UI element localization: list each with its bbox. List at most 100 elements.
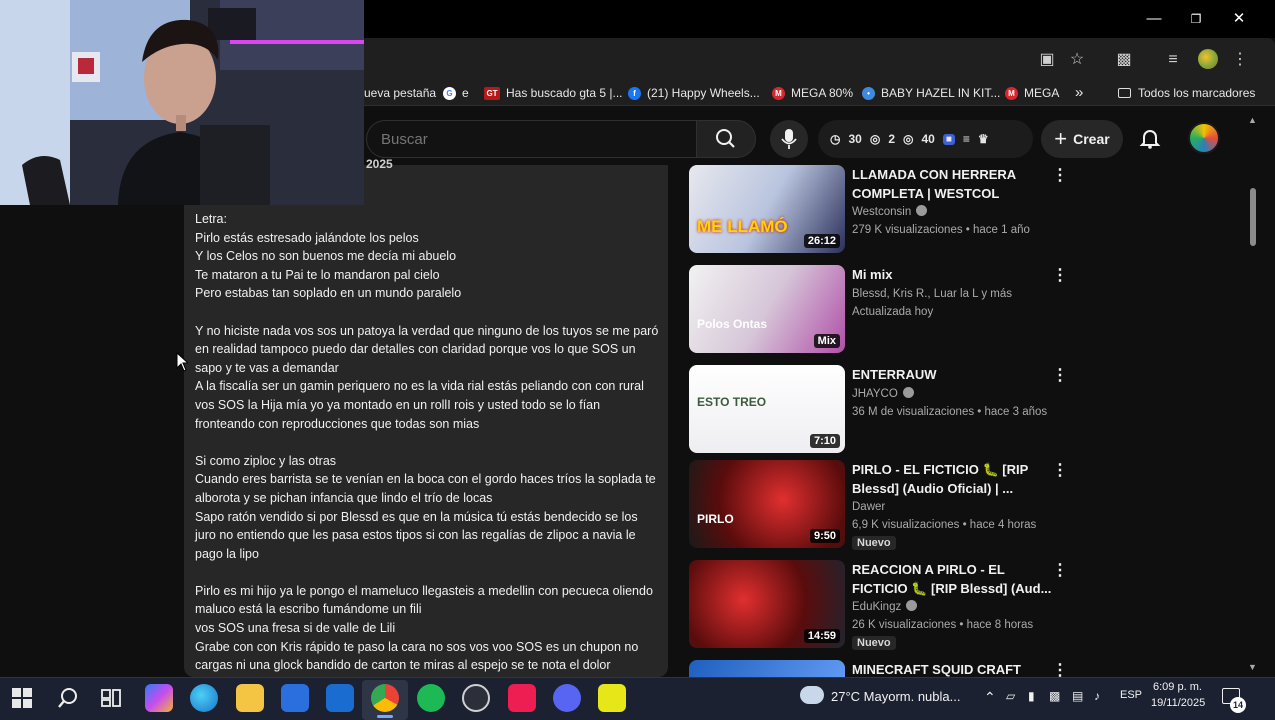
scroll-up-icon[interactable]: ▲: [1248, 115, 1257, 125]
bookmark-item[interactable]: GT Has buscado gta 5 |...: [484, 84, 623, 102]
video-thumbnail[interactable]: 14:59: [689, 560, 845, 648]
video-thumbnail[interactable]: PIRLO 9:50: [689, 460, 845, 548]
copilot-icon[interactable]: [145, 684, 173, 712]
display-icon[interactable]: ▩: [1049, 689, 1060, 703]
video-title[interactable]: MINECRAFT SQUID CRAFT: [852, 660, 1052, 677]
bookmark-item[interactable]: Ge: [443, 84, 469, 102]
discord-icon[interactable]: [553, 684, 581, 712]
scrollbar-thumb[interactable]: [1250, 188, 1256, 246]
more-options-icon[interactable]: ⋮: [1052, 267, 1068, 285]
google-icon: G: [443, 86, 456, 100]
more-options-icon[interactable]: ⋮: [1052, 367, 1068, 385]
recommendation-card[interactable]: ESTO TREO 7:10 ENTERRAUW JHAYCO 36 M de visu…: [689, 365, 1069, 453]
recommendation-card[interactable]: Polos Ontas Mix Mi mix Blessd, Kris R., Lua…: [689, 265, 1069, 353]
avatar[interactable]: [1188, 122, 1220, 154]
outlook-icon[interactable]: [326, 684, 354, 712]
bookmark-item[interactable]: • BABY HAZEL IN KIT...: [862, 84, 1000, 102]
install-app-icon[interactable]: ▣: [1036, 50, 1058, 70]
video-thumbnail[interactable]: SQUID CRAFT: [689, 660, 845, 677]
channel-name[interactable]: Dawer: [852, 498, 885, 516]
video-title[interactable]: REACCION A PIRLO - EL FICTICIO 🐛 [RIP Bl…: [852, 560, 1052, 598]
bookmark-item[interactable]: M MEGA 80%: [772, 84, 853, 102]
video-title[interactable]: ENTERRAUW: [852, 365, 1052, 384]
bookmark-item[interactable]: f (21) Happy Wheels...: [628, 84, 760, 102]
search-button[interactable]: [696, 120, 756, 158]
more-options-icon[interactable]: ⋮: [1052, 167, 1068, 185]
create-button[interactable]: + Crear: [1041, 120, 1123, 158]
thumbnail-text: Polos Ontas: [697, 317, 768, 331]
bookmark-star-icon[interactable]: ☆: [1066, 50, 1088, 70]
extension-stats-pill[interactable]: ◷ 30 ◎ 2 ◎ 40 ■ ≡ ♛: [818, 120, 1033, 158]
scroll-down-icon[interactable]: ▼: [1248, 662, 1257, 672]
more-options-icon[interactable]: ⋮: [1052, 562, 1068, 580]
language-indicator[interactable]: ESP: [1120, 689, 1142, 701]
lyrics-spacer: [195, 433, 659, 452]
eye-icon: ◎: [903, 132, 914, 146]
video-title[interactable]: PIRLO - EL FICTICIO 🐛 [RIP Blessd] (Audi…: [852, 460, 1052, 498]
microphone-icon: [781, 129, 797, 149]
recommendation-card[interactable]: ME LLAMÓ 26:12 LLAMADA CON HERRERA COMPLET…: [689, 165, 1069, 253]
weather-text[interactable]: 27°C Mayorm. nubla...: [831, 689, 960, 704]
recommendation-card[interactable]: 14:59 REACCION A PIRLO - EL FICTICIO 🐛 [R…: [689, 560, 1069, 650]
chevron-up-icon[interactable]: ⌃: [984, 689, 996, 706]
clock-date[interactable]: 19/11/2025: [1151, 697, 1205, 709]
streamer-webcam-image: [0, 0, 364, 205]
usb-icon[interactable]: ▱: [1006, 689, 1015, 703]
more-options-icon[interactable]: ⋮: [1052, 462, 1068, 480]
video-meta: Actualizada hoy: [852, 306, 934, 318]
more-options-icon[interactable]: ⋮: [1052, 662, 1068, 677]
baby-icon: •: [862, 86, 875, 100]
file-explorer-icon[interactable]: [236, 684, 264, 712]
media-control-icon[interactable]: ≡: [1162, 50, 1184, 70]
lyrics-line: Letra:: [195, 212, 227, 226]
voice-search-button[interactable]: [770, 120, 808, 158]
extensions-icon[interactable]: ▩: [1113, 50, 1135, 70]
lyrics-line: vos SOS una fresa si de valle de Lili: [195, 621, 396, 636]
tiktok-icon[interactable]: [508, 684, 536, 712]
check-app-icon[interactable]: [598, 684, 626, 712]
weather-icon[interactable]: [800, 686, 824, 704]
all-bookmarks-button[interactable]: Todos los marcadores: [1118, 84, 1255, 102]
microsoft-store-icon[interactable]: [281, 684, 309, 712]
lyrics-line: Pirlo estás estresado jalándote los pelo…: [195, 230, 419, 245]
more-bookmarks-button[interactable]: »: [1075, 84, 1083, 102]
channel-name[interactable]: Westconsin: [852, 203, 928, 221]
windows-start-icon[interactable]: [12, 688, 32, 708]
minimize-icon[interactable]: —: [1142, 8, 1166, 30]
channel-name[interactable]: JHAYCO: [852, 385, 914, 403]
video-thumbnail[interactable]: ESTO TREO 7:10: [689, 365, 845, 453]
volume-icon[interactable]: ♪: [1094, 689, 1100, 703]
spotify-icon[interactable]: [417, 684, 445, 712]
new-badge: Nuevo: [852, 536, 896, 550]
microphone-icon[interactable]: ▮: [1028, 689, 1035, 703]
video-thumbnail[interactable]: ME LLAMÓ 26:12: [689, 165, 845, 253]
channel-name[interactable]: Blessd, Kris R., Luar la L y más: [852, 285, 1012, 303]
bookmark-item[interactable]: M MEGA: [1005, 84, 1059, 102]
search-input[interactable]: [366, 120, 696, 158]
video-title[interactable]: Mi mix: [852, 265, 1052, 284]
task-view-icon[interactable]: [100, 687, 122, 709]
obs-icon[interactable]: [462, 684, 490, 712]
duration-badge: 26:12: [803, 234, 840, 248]
notifications-bell-icon[interactable]: [1138, 126, 1162, 150]
screen: — ❐ ✕ ▣ ☆ ▩ ≡ ⋮ ueva pestaña Ge GT Has bu…: [0, 0, 1275, 720]
video-title[interactable]: LLAMADA CON HERRERA COMPLETA | WESTCOL: [852, 165, 1052, 203]
search-icon[interactable]: [56, 686, 80, 710]
bookmark-item[interactable]: ueva pestaña: [364, 84, 436, 102]
chrome-menu-icon[interactable]: ⋮: [1229, 50, 1251, 70]
clock-icon: ◷: [830, 132, 841, 146]
close-icon[interactable]: ✕: [1227, 8, 1251, 30]
restore-icon[interactable]: ❐: [1184, 8, 1208, 30]
new-badge: Nuevo: [852, 636, 896, 650]
eye-icon: ◎: [869, 132, 881, 146]
video-thumbnail[interactable]: Polos Ontas Mix: [689, 265, 845, 353]
chrome-icon[interactable]: [371, 684, 399, 712]
profile-icon[interactable]: [1198, 49, 1218, 69]
recommendation-card[interactable]: PIRLO 9:50 PIRLO - EL FICTICIO 🐛 [RIP Bles…: [689, 460, 1069, 550]
clock-time[interactable]: 6:09 p. m.: [1153, 681, 1202, 693]
network-icon[interactable]: ▤: [1072, 689, 1083, 703]
edge-icon[interactable]: [190, 684, 218, 712]
channel-name[interactable]: EduKingz: [852, 598, 918, 616]
recommendation-card[interactable]: SQUID CRAFT MINECRAFT SQUID CRAFT⋮: [689, 660, 1069, 677]
trophy-icon: ♛: [977, 132, 989, 146]
